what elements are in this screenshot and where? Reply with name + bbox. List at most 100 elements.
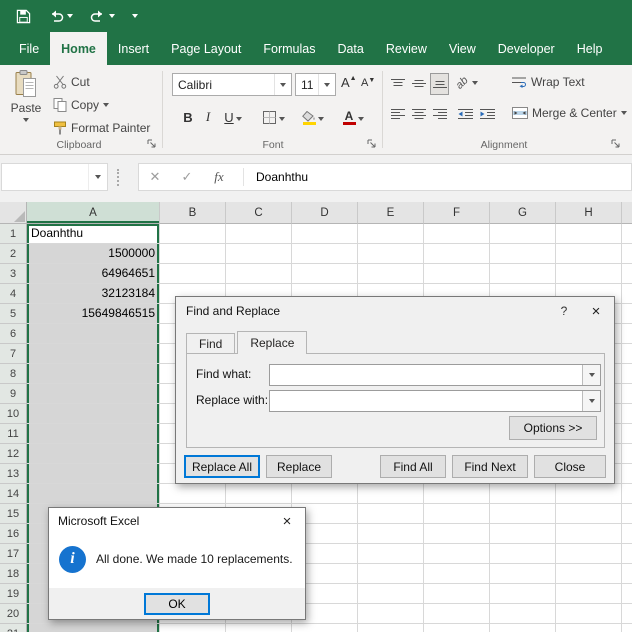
- row-header-8[interactable]: 8: [0, 364, 27, 384]
- cell-C14[interactable]: [226, 484, 292, 504]
- close-icon[interactable]: ×: [578, 297, 614, 325]
- decrease-font-size-button[interactable]: A▼: [361, 77, 375, 89]
- cell-H15[interactable]: [556, 504, 622, 524]
- cell-overflow-11[interactable]: [622, 424, 632, 444]
- select-all-corner[interactable]: [0, 202, 27, 224]
- cell-E20[interactable]: [358, 604, 424, 624]
- cancel-button[interactable]: ✕: [139, 169, 171, 185]
- font-color-button[interactable]: A: [336, 103, 370, 127]
- cell-A3[interactable]: 64964651: [27, 264, 160, 284]
- row-header-14[interactable]: 14: [0, 484, 27, 504]
- fill-color-button[interactable]: [296, 103, 330, 127]
- cell-E21[interactable]: [358, 624, 424, 632]
- cell-G1[interactable]: [490, 224, 556, 244]
- cell-overflow-15[interactable]: [622, 504, 632, 524]
- cell-F14[interactable]: [424, 484, 490, 504]
- alignment-dialog-launcher-icon[interactable]: [610, 138, 622, 150]
- cell-H1[interactable]: [556, 224, 622, 244]
- cell-D1[interactable]: [292, 224, 358, 244]
- cell-A11[interactable]: [27, 424, 160, 444]
- cell-overflow-21[interactable]: [622, 624, 632, 632]
- tab-page-layout[interactable]: Page Layout: [160, 32, 252, 65]
- cell-A5[interactable]: 15649846515: [27, 304, 160, 324]
- tab-home[interactable]: Home: [50, 32, 107, 65]
- row-header-7[interactable]: 7: [0, 344, 27, 364]
- cell-B21[interactable]: [160, 624, 226, 632]
- name-box-dropdown[interactable]: [88, 164, 107, 190]
- cell-G21[interactable]: [490, 624, 556, 632]
- cut-button[interactable]: Cut: [53, 72, 90, 92]
- increase-font-size-button[interactable]: A▲: [341, 75, 357, 90]
- cell-overflow-12[interactable]: [622, 444, 632, 464]
- formula-bar-resize-handle[interactable]: [117, 169, 119, 186]
- increase-indent-button[interactable]: [478, 103, 497, 125]
- cell-G20[interactable]: [490, 604, 556, 624]
- font-size-combobox[interactable]: 11: [295, 73, 336, 96]
- tab-file[interactable]: File: [8, 32, 50, 65]
- paste-button[interactable]: Paste: [4, 70, 48, 122]
- cell-E17[interactable]: [358, 544, 424, 564]
- font-size-dropdown[interactable]: [318, 74, 335, 95]
- cell-A21[interactable]: [27, 624, 160, 632]
- cell-D21[interactable]: [292, 624, 358, 632]
- undo-button[interactable]: [48, 9, 73, 23]
- column-header-C[interactable]: C: [226, 202, 292, 224]
- cell-H19[interactable]: [556, 584, 622, 604]
- row-header-17[interactable]: 17: [0, 544, 27, 564]
- copy-button[interactable]: Copy: [53, 95, 110, 115]
- cell-H2[interactable]: [556, 244, 622, 264]
- tab-insert[interactable]: Insert: [107, 32, 160, 65]
- ok-button[interactable]: OK: [144, 592, 210, 615]
- cell-E2[interactable]: [358, 244, 424, 264]
- align-center-button[interactable]: [409, 103, 428, 125]
- enter-button[interactable]: ✓: [171, 169, 203, 185]
- redo-button[interactable]: [90, 9, 115, 23]
- column-header-G[interactable]: G: [490, 202, 556, 224]
- help-button[interactable]: ?: [550, 304, 578, 318]
- italic-button[interactable]: I: [200, 103, 216, 127]
- column-header-H[interactable]: H: [556, 202, 622, 224]
- cell-overflow-7[interactable]: [622, 344, 632, 364]
- find-what-dropdown[interactable]: [582, 365, 600, 385]
- cell-G14[interactable]: [490, 484, 556, 504]
- find-what-value[interactable]: [270, 365, 582, 385]
- cell-E3[interactable]: [358, 264, 424, 284]
- tab-review[interactable]: Review: [375, 32, 438, 65]
- cell-A8[interactable]: [27, 364, 160, 384]
- row-header-21[interactable]: 21: [0, 624, 27, 632]
- cell-A10[interactable]: [27, 404, 160, 424]
- close-button[interactable]: Close: [534, 455, 606, 478]
- cell-E16[interactable]: [358, 524, 424, 544]
- tab-formulas[interactable]: Formulas: [252, 32, 326, 65]
- cell-H20[interactable]: [556, 604, 622, 624]
- insert-function-button[interactable]: fx: [203, 169, 235, 185]
- tab-find[interactable]: Find: [186, 333, 236, 353]
- cell-D2[interactable]: [292, 244, 358, 264]
- cell-F15[interactable]: [424, 504, 490, 524]
- row-header-11[interactable]: 11: [0, 424, 27, 444]
- cell-C21[interactable]: [226, 624, 292, 632]
- cell-A9[interactable]: [27, 384, 160, 404]
- cell-F2[interactable]: [424, 244, 490, 264]
- formula-bar[interactable]: ✕ ✓ fx Doanhthu: [138, 163, 632, 191]
- cell-overflow-5[interactable]: [622, 304, 632, 324]
- row-header-2[interactable]: 2: [0, 244, 27, 264]
- cell-F3[interactable]: [424, 264, 490, 284]
- cell-A2[interactable]: 1500000: [27, 244, 160, 264]
- cell-G2[interactable]: [490, 244, 556, 264]
- cell-overflow-14[interactable]: [622, 484, 632, 504]
- cell-A12[interactable]: [27, 444, 160, 464]
- cell-H3[interactable]: [556, 264, 622, 284]
- tab-developer[interactable]: Developer: [487, 32, 566, 65]
- cell-overflow-4[interactable]: [622, 284, 632, 304]
- tab-help[interactable]: Help: [566, 32, 614, 65]
- clipboard-dialog-launcher-icon[interactable]: [146, 138, 158, 150]
- cell-B1[interactable]: [160, 224, 226, 244]
- cell-B2[interactable]: [160, 244, 226, 264]
- cell-D3[interactable]: [292, 264, 358, 284]
- cell-G16[interactable]: [490, 524, 556, 544]
- cell-overflow-3[interactable]: [622, 264, 632, 284]
- decrease-indent-button[interactable]: [456, 103, 475, 125]
- cell-D14[interactable]: [292, 484, 358, 504]
- align-right-button[interactable]: [430, 103, 449, 125]
